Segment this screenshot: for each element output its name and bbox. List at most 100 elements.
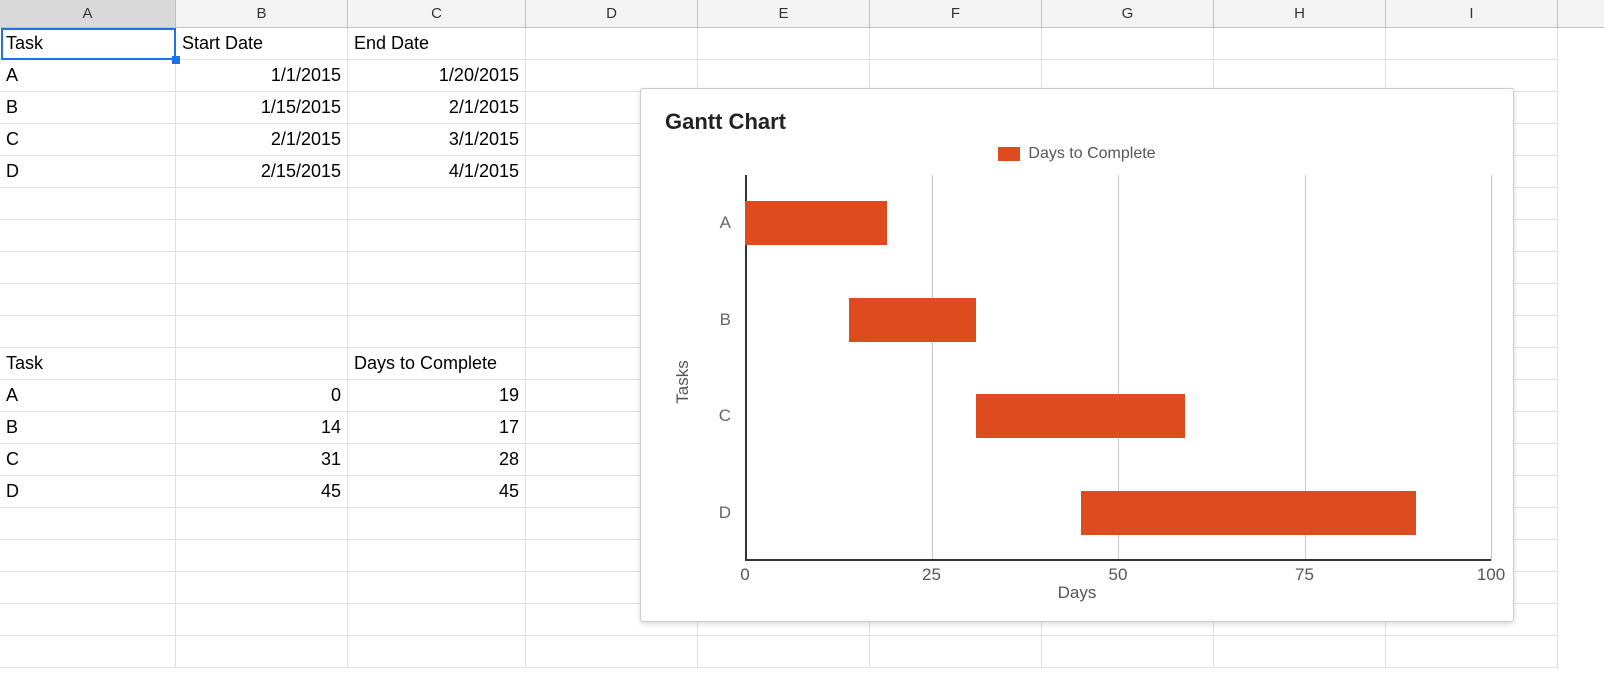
cell-A6[interactable] (0, 188, 176, 220)
cell-B10[interactable] (176, 316, 348, 348)
cell-C7[interactable] (348, 220, 526, 252)
bar-D (1081, 491, 1417, 535)
cell-A16[interactable] (0, 508, 176, 540)
cell-F20[interactable] (870, 636, 1042, 668)
x-tick-label: 100 (1477, 565, 1505, 585)
cell-C4[interactable]: 3/1/2015 (348, 124, 526, 156)
cell-A9[interactable] (0, 284, 176, 316)
cell-A7[interactable] (0, 220, 176, 252)
column-headers: ABCDEFGHI (0, 0, 1604, 28)
legend-swatch (998, 147, 1020, 161)
cell-A14[interactable]: C (0, 444, 176, 476)
x-tick-label: 50 (1109, 565, 1128, 585)
cell-B19[interactable] (176, 604, 348, 636)
spreadsheet: ABCDEFGHI TaskStart DateEnd DateA1/1/201… (0, 0, 1604, 687)
cell-H1[interactable] (1214, 28, 1386, 60)
cell-A19[interactable] (0, 604, 176, 636)
cell-A13[interactable]: B (0, 412, 176, 444)
cell-A18[interactable] (0, 572, 176, 604)
legend-label: Days to Complete (1028, 145, 1155, 163)
cell-C1[interactable]: End Date (348, 28, 526, 60)
cell-B1[interactable]: Start Date (176, 28, 348, 60)
cell-B13[interactable]: 14 (176, 412, 348, 444)
cell-B11[interactable] (176, 348, 348, 380)
cell-C8[interactable] (348, 252, 526, 284)
x-tick-label: 75 (1295, 565, 1314, 585)
cell-D20[interactable] (526, 636, 698, 668)
cell-A3[interactable]: B (0, 92, 176, 124)
cell-C14[interactable]: 28 (348, 444, 526, 476)
cell-B16[interactable] (176, 508, 348, 540)
column-header-C[interactable]: C (348, 0, 526, 27)
cell-A4[interactable]: C (0, 124, 176, 156)
cell-B15[interactable]: 45 (176, 476, 348, 508)
cell-C5[interactable]: 4/1/2015 (348, 156, 526, 188)
cell-B3[interactable]: 1/15/2015 (176, 92, 348, 124)
bar-B (849, 298, 976, 342)
cell-B2[interactable]: 1/1/2015 (176, 60, 348, 92)
gantt-chart[interactable]: Gantt Chart Days to Complete Tasks 02550… (640, 88, 1514, 622)
cell-A20[interactable] (0, 636, 176, 668)
x-axis-line (745, 559, 1491, 561)
cell-C9[interactable] (348, 284, 526, 316)
chart-legend: Days to Complete (665, 139, 1489, 169)
cell-B5[interactable]: 2/15/2015 (176, 156, 348, 188)
cell-A8[interactable] (0, 252, 176, 284)
cell-B4[interactable]: 2/1/2015 (176, 124, 348, 156)
cell-C6[interactable] (348, 188, 526, 220)
cell-A17[interactable] (0, 540, 176, 572)
cell-A15[interactable]: D (0, 476, 176, 508)
cell-I20[interactable] (1386, 636, 1558, 668)
table-row (0, 636, 1604, 668)
cell-A10[interactable] (0, 316, 176, 348)
cell-C15[interactable]: 45 (348, 476, 526, 508)
cell-C20[interactable] (348, 636, 526, 668)
cell-A11[interactable]: Task (0, 348, 176, 380)
column-header-A[interactable]: A (0, 0, 176, 27)
cell-C16[interactable] (348, 508, 526, 540)
cell-H20[interactable] (1214, 636, 1386, 668)
cell-C19[interactable] (348, 604, 526, 636)
cell-B17[interactable] (176, 540, 348, 572)
cell-B7[interactable] (176, 220, 348, 252)
cell-C13[interactable]: 17 (348, 412, 526, 444)
column-header-B[interactable]: B (176, 0, 348, 27)
cell-I1[interactable] (1386, 28, 1558, 60)
cell-C3[interactable]: 2/1/2015 (348, 92, 526, 124)
column-header-F[interactable]: F (870, 0, 1042, 27)
cell-G20[interactable] (1042, 636, 1214, 668)
cell-B20[interactable] (176, 636, 348, 668)
cell-C11[interactable]: Days to Complete (348, 348, 526, 380)
cell-B9[interactable] (176, 284, 348, 316)
cell-A1[interactable]: Task (0, 28, 176, 60)
cell-B6[interactable] (176, 188, 348, 220)
cell-C10[interactable] (348, 316, 526, 348)
cell-C12[interactable]: 19 (348, 380, 526, 412)
column-header-G[interactable]: G (1042, 0, 1214, 27)
cell-B12[interactable]: 0 (176, 380, 348, 412)
cell-G1[interactable] (1042, 28, 1214, 60)
cell-A2[interactable]: A (0, 60, 176, 92)
cell-B8[interactable] (176, 252, 348, 284)
column-header-E[interactable]: E (698, 0, 870, 27)
cell-C2[interactable]: 1/20/2015 (348, 60, 526, 92)
cell-A12[interactable]: A (0, 380, 176, 412)
cell-F1[interactable] (870, 28, 1042, 60)
bar-C (976, 394, 1185, 438)
column-header-H[interactable]: H (1214, 0, 1386, 27)
cell-D1[interactable] (526, 28, 698, 60)
table-row: TaskStart DateEnd Date (0, 28, 1604, 60)
cell-B18[interactable] (176, 572, 348, 604)
column-header-I[interactable]: I (1386, 0, 1558, 27)
cell-A5[interactable]: D (0, 156, 176, 188)
cell-E1[interactable] (698, 28, 870, 60)
cell-C17[interactable] (348, 540, 526, 572)
column-header-D[interactable]: D (526, 0, 698, 27)
x-tick-label: 25 (922, 565, 941, 585)
cell-E20[interactable] (698, 636, 870, 668)
x-tick-label: 0 (740, 565, 749, 585)
y-axis-title: Tasks (673, 360, 693, 403)
cell-C18[interactable] (348, 572, 526, 604)
category-label-A: A (720, 213, 745, 233)
cell-B14[interactable]: 31 (176, 444, 348, 476)
